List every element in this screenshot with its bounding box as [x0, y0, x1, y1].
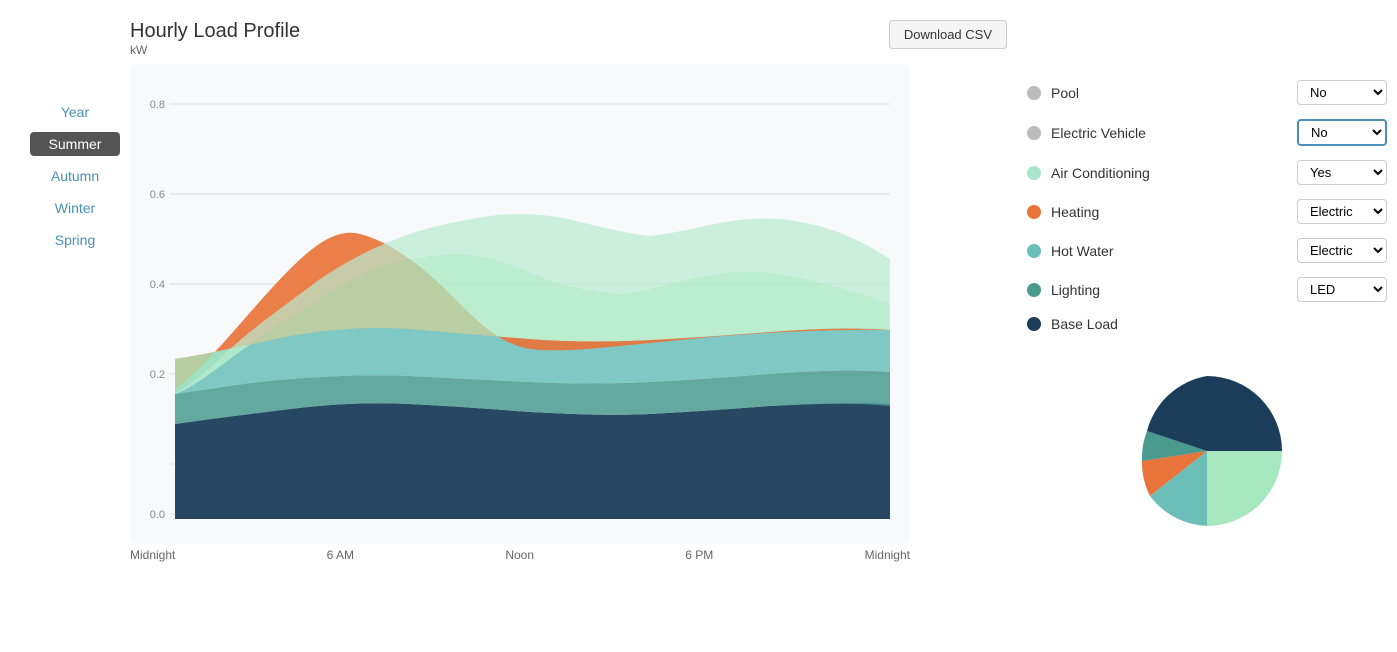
legend-row-lighting: Lighting LEDCFLHalogen [1027, 277, 1387, 302]
legend-select-lighting[interactable]: LEDCFLHalogen [1297, 277, 1387, 302]
legend-select-heating[interactable]: ElectricGasNone [1297, 199, 1387, 224]
x-axis-labels: Midnight 6 AM Noon 6 PM Midnight [130, 544, 910, 562]
sidebar-item-year[interactable]: Year [30, 100, 120, 124]
x-label-noon: Noon [505, 548, 534, 562]
x-label-6am: 6 AM [327, 548, 354, 562]
legend-row-electric-vehicle: Electric Vehicle NoYes [1027, 119, 1387, 146]
x-label-midnight-end: Midnight [865, 548, 910, 562]
x-label-midnight-start: Midnight [130, 548, 175, 562]
legend-label-pool: Pool [1051, 85, 1287, 101]
y-axis-label: kW [130, 43, 300, 57]
chart-svg: 0.8 0.6 0.4 0.2 0.0 [130, 64, 910, 544]
legend-dot-electric-vehicle [1027, 126, 1041, 140]
legend-label-hot-water: Hot Water [1051, 243, 1287, 259]
legend-dot-hot-water [1027, 244, 1041, 258]
legend-dot-air-conditioning [1027, 166, 1041, 180]
x-label-6pm: 6 PM [685, 548, 713, 562]
svg-text:0.4: 0.4 [150, 279, 165, 291]
right-panel: Pool NoYes Electric Vehicle NoYes Air Condit… [1007, 20, 1387, 562]
legend-select-electric-vehicle[interactable]: NoYes [1297, 119, 1387, 146]
legend-label-lighting: Lighting [1051, 282, 1287, 298]
download-csv-button[interactable]: Download CSV [889, 20, 1007, 49]
chart-title: Hourly Load Profile [130, 20, 300, 43]
season-sidebar: Year Summer Autumn Winter Spring [10, 20, 130, 562]
legend-row-base-load: Base Load [1027, 316, 1387, 332]
legend-select-pool[interactable]: NoYes [1297, 80, 1387, 105]
legend-label-electric-vehicle: Electric Vehicle [1051, 125, 1287, 141]
sidebar-item-autumn[interactable]: Autumn [30, 164, 120, 188]
legend-dot-pool [1027, 86, 1041, 100]
sidebar-item-summer[interactable]: Summer [30, 132, 120, 156]
legend-dot-heating [1027, 205, 1041, 219]
legend-label-air-conditioning: Air Conditioning [1051, 165, 1287, 181]
chart-area: 0.8 0.6 0.4 0.2 0.0 [130, 64, 910, 544]
pie-chart-container [1027, 366, 1387, 536]
legend-label-heating: Heating [1051, 204, 1287, 220]
svg-text:0.0: 0.0 [150, 509, 165, 521]
chart-header: Hourly Load Profile kW Download CSV [130, 20, 1007, 59]
legend-select-air-conditioning[interactable]: YesNo [1297, 160, 1387, 185]
legend-row-pool: Pool NoYes [1027, 80, 1387, 105]
legend-row-heating: Heating ElectricGasNone [1027, 199, 1387, 224]
main-chart-area: Hourly Load Profile kW Download CSV 0.8 … [130, 20, 1007, 562]
sidebar-item-winter[interactable]: Winter [30, 196, 120, 220]
svg-text:0.8: 0.8 [150, 99, 165, 111]
legend-select-hot-water[interactable]: ElectricGasSolar [1297, 238, 1387, 263]
pie-chart-svg [1122, 366, 1292, 536]
legend-dot-base-load [1027, 317, 1041, 331]
legend-table: Pool NoYes Electric Vehicle NoYes Air Condit… [1027, 80, 1387, 346]
legend-row-air-conditioning: Air Conditioning YesNo [1027, 160, 1387, 185]
legend-dot-lighting [1027, 283, 1041, 297]
svg-text:0.6: 0.6 [150, 189, 165, 201]
legend-row-hot-water: Hot Water ElectricGasSolar [1027, 238, 1387, 263]
legend-label-base-load: Base Load [1051, 316, 1387, 332]
svg-text:0.2: 0.2 [150, 369, 165, 381]
sidebar-item-spring[interactable]: Spring [30, 228, 120, 252]
